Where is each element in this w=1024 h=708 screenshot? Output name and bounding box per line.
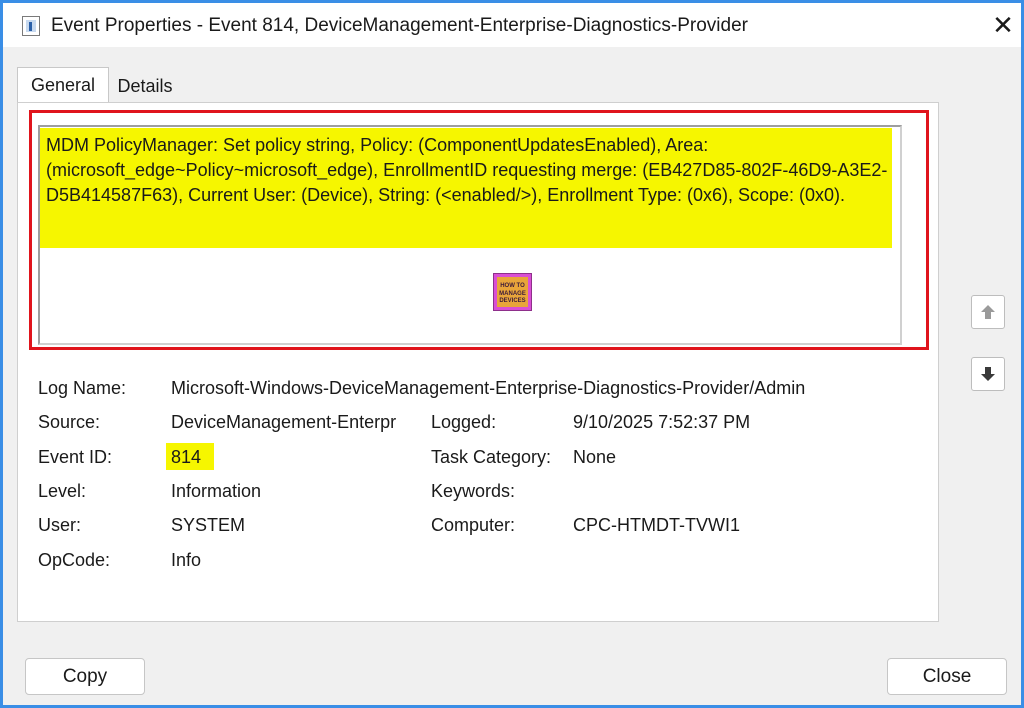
- source-value: DeviceManagement-Enterpr: [171, 412, 397, 432]
- task-category-value: None: [573, 447, 617, 467]
- log-name-label: Log Name:: [38, 378, 127, 398]
- event-viewer-icon: [22, 16, 40, 36]
- logged-label: Logged:: [431, 412, 497, 432]
- level-label: Level:: [38, 481, 87, 501]
- user-label: User:: [38, 515, 82, 535]
- how-to-manage-devices-logo: HOW TO MANAGE DEVICES: [493, 273, 532, 311]
- window-title: Event Properties - Event 814, DeviceMana…: [51, 15, 748, 36]
- log-name-value: Microsoft-Windows-DeviceManagement-Enter…: [171, 378, 806, 398]
- event-id-value: 814: [171, 447, 202, 467]
- previous-event-button[interactable]: [971, 295, 1005, 329]
- source-label: Source:: [38, 412, 101, 432]
- task-category-label: Task Category:: [431, 447, 552, 467]
- tab-general[interactable]: General: [17, 67, 109, 103]
- copy-button[interactable]: Copy: [25, 658, 145, 695]
- keywords-label: Keywords:: [431, 481, 516, 501]
- arrow-up-icon: [981, 305, 995, 319]
- logo-line-3: DEVICES: [499, 298, 526, 304]
- logo-line-2: MANAGE: [499, 291, 526, 297]
- logo-line-1: HOW TO: [500, 283, 525, 289]
- computer-value: CPC-HTMDT-TVWI1: [573, 515, 740, 535]
- level-value: Information: [171, 481, 262, 501]
- event-description: MDM PolicyManager: Set policy string, Po…: [46, 135, 888, 205]
- user-value: SYSTEM: [171, 515, 246, 535]
- arrow-down-icon: [981, 367, 995, 381]
- logged-value: 9/10/2025 7:52:37 PM: [573, 412, 751, 432]
- computer-label: Computer:: [431, 515, 516, 535]
- close-button[interactable]: Close: [887, 658, 1007, 695]
- opcode-label: OpCode:: [38, 550, 111, 570]
- next-event-button[interactable]: [971, 357, 1005, 391]
- close-icon[interactable]: ✕: [989, 11, 1017, 39]
- tab-details[interactable]: Details: [109, 69, 181, 103]
- opcode-value: Info: [171, 550, 202, 570]
- event-properties-window: Event Properties - Event 814, DeviceMana…: [3, 3, 1021, 705]
- title-bar[interactable]: Event Properties - Event 814, DeviceMana…: [3, 3, 1021, 47]
- event-id-label: Event ID:: [38, 447, 113, 467]
